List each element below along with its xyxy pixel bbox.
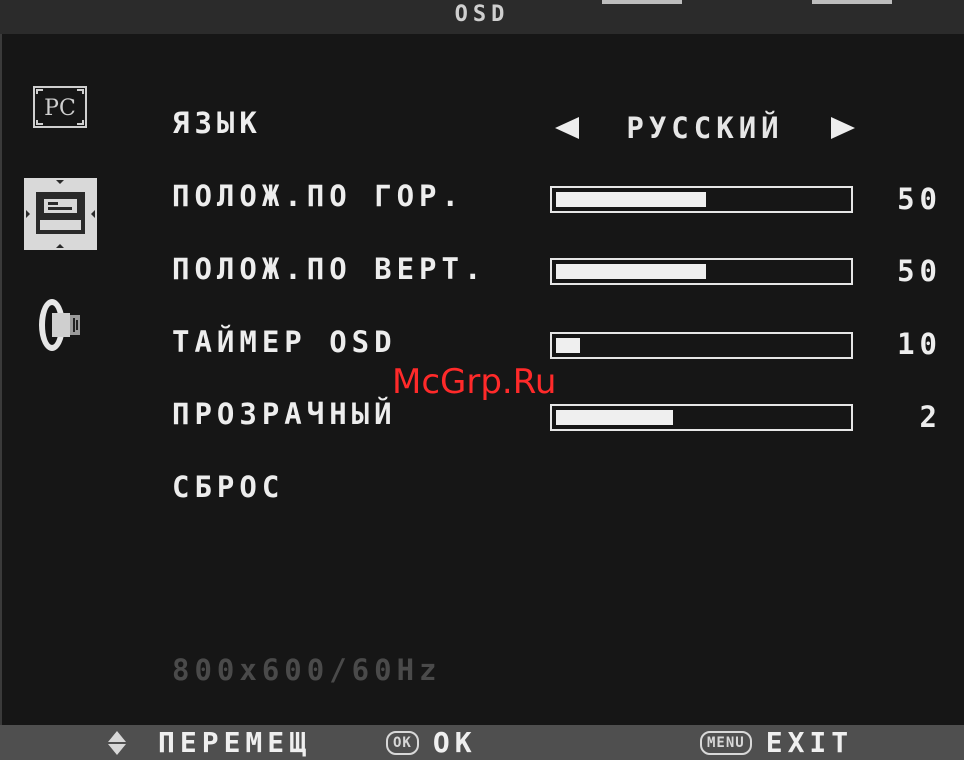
arrow-left-icon[interactable] bbox=[555, 117, 579, 139]
ok-label: OK bbox=[432, 726, 477, 759]
osd-timer-slider[interactable] bbox=[550, 332, 853, 359]
menu-key-icon: MENU bbox=[700, 730, 752, 755]
pc-icon[interactable]: PC bbox=[33, 86, 87, 128]
resolution-info: 800x600/60Hz bbox=[172, 653, 442, 687]
osd-timer-value: 10 bbox=[897, 327, 942, 361]
footer-exit[interactable]: MENU EXIT bbox=[700, 725, 853, 760]
h-position-label: ПОЛОЖ.ПО ГОР. bbox=[172, 179, 464, 213]
v-position-label: ПОЛОЖ.ПО ВЕРТ. bbox=[172, 252, 487, 286]
h-position-fill bbox=[556, 192, 706, 207]
language-label: ЯЗЫК bbox=[172, 106, 262, 140]
speaker-icon[interactable] bbox=[30, 297, 92, 353]
ok-key-icon: OK bbox=[386, 730, 419, 755]
reset-item[interactable]: СБРОС bbox=[172, 470, 284, 504]
footer-bar: ПЕРЕМЕЩ OK OK MENU EXIT bbox=[0, 725, 964, 760]
language-value: РУССКИЙ bbox=[626, 111, 784, 145]
pc-icon-label: PC bbox=[44, 96, 76, 121]
transparency-fill bbox=[556, 410, 673, 425]
arrow-right-icon[interactable] bbox=[831, 117, 855, 139]
up-down-arrow-icon bbox=[108, 730, 126, 755]
h-position-value: 50 bbox=[897, 182, 942, 216]
v-position-fill bbox=[556, 264, 706, 279]
footer-move: ПЕРЕМЕЩ bbox=[108, 725, 311, 760]
osd-timer-fill bbox=[556, 338, 580, 353]
osd-timer-label: ТАЙМЕР OSD bbox=[172, 325, 397, 359]
osd-title: OSD bbox=[454, 2, 510, 27]
position-icon[interactable] bbox=[24, 178, 97, 250]
v-position-value: 50 bbox=[897, 254, 942, 288]
h-position-slider[interactable] bbox=[550, 186, 853, 213]
move-label: ПЕРЕМЕЩ bbox=[158, 726, 312, 759]
transparency-slider[interactable] bbox=[550, 404, 853, 431]
language-selector[interactable]: РУССКИЙ bbox=[555, 106, 855, 150]
v-position-slider[interactable] bbox=[550, 258, 853, 285]
footer-ok[interactable]: OK OK bbox=[386, 725, 477, 760]
transparency-label: ПРОЗРАЧНЫЙ bbox=[172, 397, 397, 431]
watermark: McGrp.Ru bbox=[392, 362, 557, 402]
exit-label: EXIT bbox=[765, 726, 854, 759]
transparency-value: 2 bbox=[919, 400, 942, 434]
title-bar: OSD bbox=[0, 0, 964, 34]
